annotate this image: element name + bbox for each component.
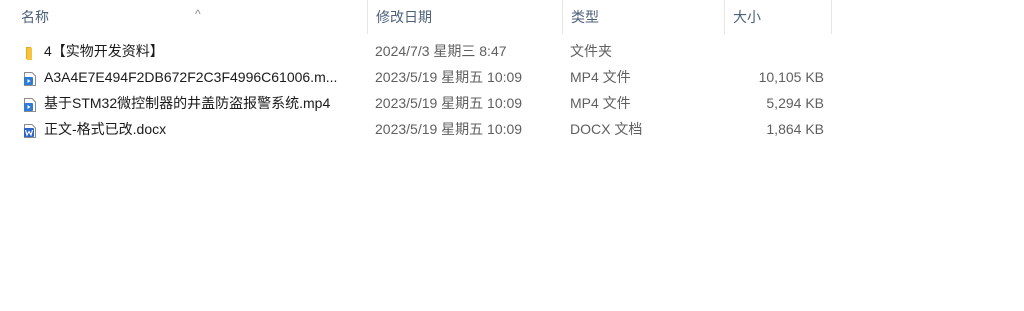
- column-header-type[interactable]: 类型: [562, 0, 724, 34]
- file-row[interactable]: 4【实物开发资料】 2024/7/3 星期三 8:47 文件夹: [0, 38, 900, 64]
- file-date: 2024/7/3 星期三 8:47: [375, 43, 507, 59]
- file-date: 2023/5/19 星期五 10:09: [375, 121, 523, 137]
- file-type: DOCX 文档: [570, 121, 643, 137]
- file-date: 2023/5/19 星期五 10:09: [375, 69, 523, 85]
- file-row[interactable]: 基于STM32微控制器的井盖防盗报警系统.mp4 2023/5/19 星期五 1…: [0, 90, 900, 116]
- column-header-date-label: 修改日期: [376, 9, 432, 25]
- column-header-bar: 名称 ^ 修改日期 类型 大小: [0, 0, 1024, 34]
- sort-ascending-icon: ^: [195, 7, 201, 21]
- file-size: 10,105 KB: [758, 69, 824, 85]
- video-file-icon: [22, 69, 38, 86]
- file-date: 2023/5/19 星期五 10:09: [375, 95, 523, 111]
- column-header-type-label: 类型: [571, 9, 599, 25]
- file-size: 5,294 KB: [766, 95, 824, 111]
- file-name: 基于STM32微控制器的井盖防盗报警系统.mp4: [44, 95, 331, 111]
- file-row[interactable]: A3A4E7E494F2DB672F2C3F4996C61006.m... 20…: [0, 64, 900, 90]
- column-header-name[interactable]: 名称 ^: [13, 0, 368, 34]
- file-type: 文件夹: [570, 43, 612, 59]
- file-size: 1,864 KB: [766, 121, 824, 137]
- file-type: MP4 文件: [570, 69, 631, 85]
- file-name: 4【实物开发资料】: [44, 43, 164, 59]
- file-type: MP4 文件: [570, 95, 631, 111]
- video-file-icon: [22, 95, 38, 112]
- file-row[interactable]: 正文-格式已改.docx 2023/5/19 星期五 10:09 DOCX 文档…: [0, 116, 900, 142]
- folder-icon: [22, 43, 38, 60]
- column-header-name-label: 名称: [21, 9, 49, 25]
- file-name: 正文-格式已改.docx: [44, 121, 167, 137]
- column-header-size[interactable]: 大小: [724, 0, 832, 34]
- file-name: A3A4E7E494F2DB672F2C3F4996C61006.m...: [44, 69, 338, 85]
- column-header-size-label: 大小: [733, 9, 761, 25]
- word-document-icon: [22, 121, 38, 138]
- column-header-date[interactable]: 修改日期: [367, 0, 562, 34]
